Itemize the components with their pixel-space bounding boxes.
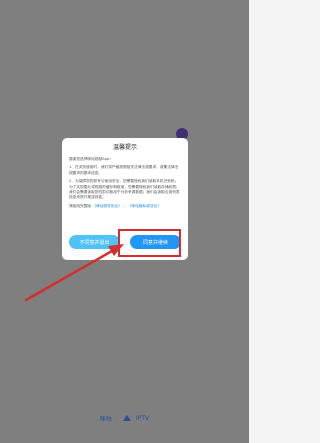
pointer-arrow-icon [24, 244, 124, 302]
brand-footer: 咪咕 | IPTV [0, 412, 249, 424]
iptv-label: IPTV [135, 414, 150, 422]
footer-separator: | [115, 414, 118, 422]
iptv-logo-icon [122, 415, 131, 421]
migu-logo: 咪咕 [99, 415, 112, 423]
